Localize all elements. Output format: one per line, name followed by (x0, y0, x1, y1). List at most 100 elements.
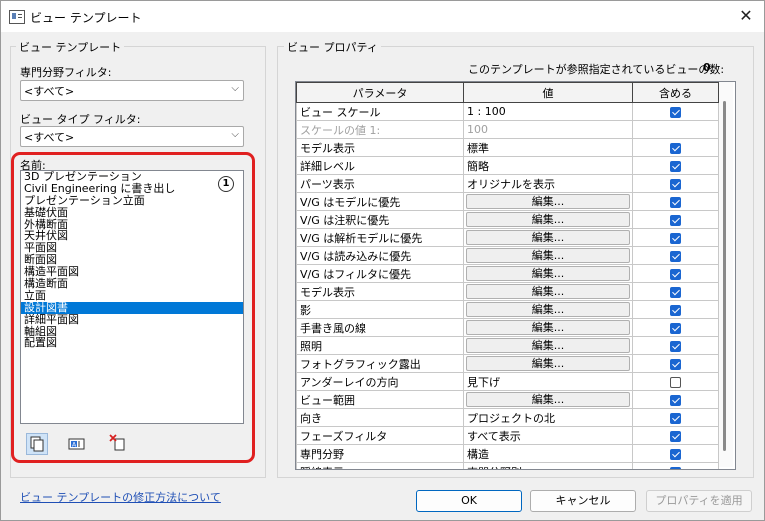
include-checkbox[interactable] (670, 196, 681, 208)
template-name-item[interactable]: プレゼンテーション立面 (21, 194, 243, 207)
property-row[interactable]: V/G はモデルに優先 編集... (296, 192, 719, 211)
include-checkbox[interactable] (670, 322, 681, 334)
include-checkbox[interactable] (670, 178, 681, 190)
property-row[interactable]: 影編集... (296, 300, 719, 319)
property-row[interactable]: 手書き風の線 編集... (296, 318, 719, 337)
edit-button[interactable]: 編集... (466, 194, 630, 209)
duplicate-button[interactable] (26, 433, 48, 455)
rename-button[interactable]: A (67, 434, 89, 456)
property-value[interactable]: すべて表示 (463, 426, 633, 445)
properties-scrollbar[interactable] (719, 82, 733, 467)
property-row[interactable]: 隠線表示専門分野別 (296, 462, 719, 469)
property-row[interactable]: ビュー範囲 編集... (296, 390, 719, 409)
property-row[interactable]: パーツ表示 オリジナルを表示 (296, 174, 719, 193)
apply-properties-button[interactable]: プロパティを適用 (646, 490, 752, 512)
include-checkbox[interactable] (670, 358, 681, 370)
property-row[interactable]: 詳細レベル 簡略 (296, 156, 719, 175)
property-value: 編集... (463, 228, 633, 247)
cancel-button[interactable]: キャンセル (530, 490, 636, 512)
discipline-filter-select[interactable]: <すべて> ⌵ (20, 80, 244, 101)
include-cell (632, 156, 719, 175)
delete-button[interactable] (108, 433, 130, 455)
property-value[interactable]: 簡略 (463, 156, 633, 175)
include-checkbox[interactable] (670, 466, 681, 469)
template-name-item[interactable]: 構造断面 (21, 278, 243, 290)
property-value: 編集... (463, 192, 633, 211)
edit-button[interactable]: 編集... (466, 320, 630, 335)
edit-button[interactable]: 編集... (466, 284, 630, 299)
edit-button[interactable]: 編集... (466, 392, 630, 407)
property-name: パーツ表示 (296, 174, 464, 193)
include-checkbox[interactable] (670, 412, 681, 424)
include-checkbox[interactable] (670, 304, 681, 316)
template-name-item[interactable]: Civil Engineering に書き出し (21, 182, 243, 195)
view-properties-group-title: ビュー プロパティ (284, 39, 381, 55)
column-header-parameter[interactable]: パラメータ (296, 82, 464, 103)
template-names-list[interactable]: 3D プレゼンテーション Civil Engineering に書き出し プレゼンテ… (20, 170, 244, 424)
property-row[interactable]: V/G は解析モデルに優先 編集... (296, 228, 719, 247)
include-checkbox[interactable] (670, 106, 681, 118)
help-link[interactable]: ビュー テンプレートの修正方法について (20, 489, 221, 505)
property-value: 編集... (463, 354, 633, 373)
edit-button[interactable]: 編集... (466, 212, 630, 227)
property-value[interactable]: 1 : 100 (463, 102, 633, 121)
include-checkbox[interactable] (670, 142, 681, 154)
property-name: モデル表示 (296, 138, 464, 157)
property-row[interactable]: ビュー スケール 1 : 100 (296, 102, 719, 121)
template-name-item[interactable]: 設計図書 (21, 301, 243, 314)
properties-scrollbar-thumb[interactable] (723, 101, 726, 451)
include-checkbox[interactable] (670, 214, 681, 226)
include-checkbox[interactable] (670, 286, 681, 298)
property-value[interactable]: 構造 (463, 444, 633, 463)
include-checkbox[interactable] (670, 268, 681, 280)
template-name-item[interactable]: 基礎伏面 (21, 206, 243, 219)
callout-number-badge: 1 (218, 176, 234, 192)
property-name: V/G はモデルに優先 (296, 192, 464, 211)
property-value[interactable]: 100 (463, 120, 633, 139)
template-name-item[interactable]: 立面 (21, 289, 243, 302)
property-row[interactable]: 専門分野 構造 (296, 444, 719, 463)
property-value: 編集... (463, 390, 633, 409)
property-value[interactable]: 見下げ (463, 372, 633, 391)
close-icon[interactable]: ✕ (735, 6, 757, 26)
property-row[interactable]: フォトグラフィック露出 編集... (296, 354, 719, 373)
include-checkbox[interactable] (670, 394, 681, 406)
property-row[interactable]: フェーズフィルタ すべて表示 (296, 426, 719, 445)
include-checkbox[interactable] (670, 160, 681, 172)
property-value[interactable]: 標準 (463, 138, 633, 157)
edit-button[interactable]: 編集... (466, 266, 630, 281)
property-row[interactable]: モデル表示 標準 (296, 138, 719, 157)
property-row[interactable]: V/G は注釈に優先 編集... (296, 210, 719, 229)
include-cell (632, 174, 719, 193)
include-checkbox[interactable] (670, 340, 681, 352)
template-name-item[interactable]: 配置図 (21, 337, 243, 349)
include-checkbox[interactable] (670, 232, 681, 244)
property-value[interactable]: オリジナルを表示 (463, 174, 633, 193)
property-row[interactable]: モデル表示 編集... (296, 282, 719, 301)
property-row[interactable]: アンダーレイの方向 見下げ (296, 372, 719, 391)
include-checkbox[interactable] (670, 430, 681, 442)
template-name-item[interactable]: 詳細平面図 (21, 313, 243, 326)
property-row[interactable]: スケールの値 1: 100 (296, 120, 719, 139)
edit-button[interactable]: 編集... (466, 338, 630, 353)
property-value[interactable]: プロジェクトの北 (463, 408, 633, 427)
viewtype-filter-select[interactable]: <すべて> ⌵ (20, 126, 244, 147)
include-checkbox[interactable] (670, 376, 681, 388)
column-header-value[interactable]: 値 (463, 82, 633, 103)
column-header-include[interactable]: 含める (632, 82, 719, 103)
property-row[interactable]: V/G はフィルタに優先 編集... (296, 264, 719, 283)
title-bar: ビュー テンプレート ✕ (1, 1, 764, 32)
edit-button[interactable]: 編集... (466, 230, 630, 245)
ok-button[interactable]: OK (416, 490, 522, 512)
property-row[interactable]: 向き プロジェクトの北 (296, 408, 719, 427)
edit-button[interactable]: 編集... (466, 302, 630, 317)
property-row[interactable]: 照明 編集... (296, 336, 719, 355)
property-row[interactable]: V/G は読み込みに優先 編集... (296, 246, 719, 265)
edit-button[interactable]: 編集... (466, 248, 630, 263)
property-value: 編集... (463, 246, 633, 265)
include-cell (632, 408, 719, 427)
property-value[interactable]: 専門分野別 (463, 462, 633, 469)
include-checkbox[interactable] (670, 250, 681, 262)
edit-button[interactable]: 編集... (466, 356, 630, 371)
include-checkbox[interactable] (670, 448, 681, 460)
